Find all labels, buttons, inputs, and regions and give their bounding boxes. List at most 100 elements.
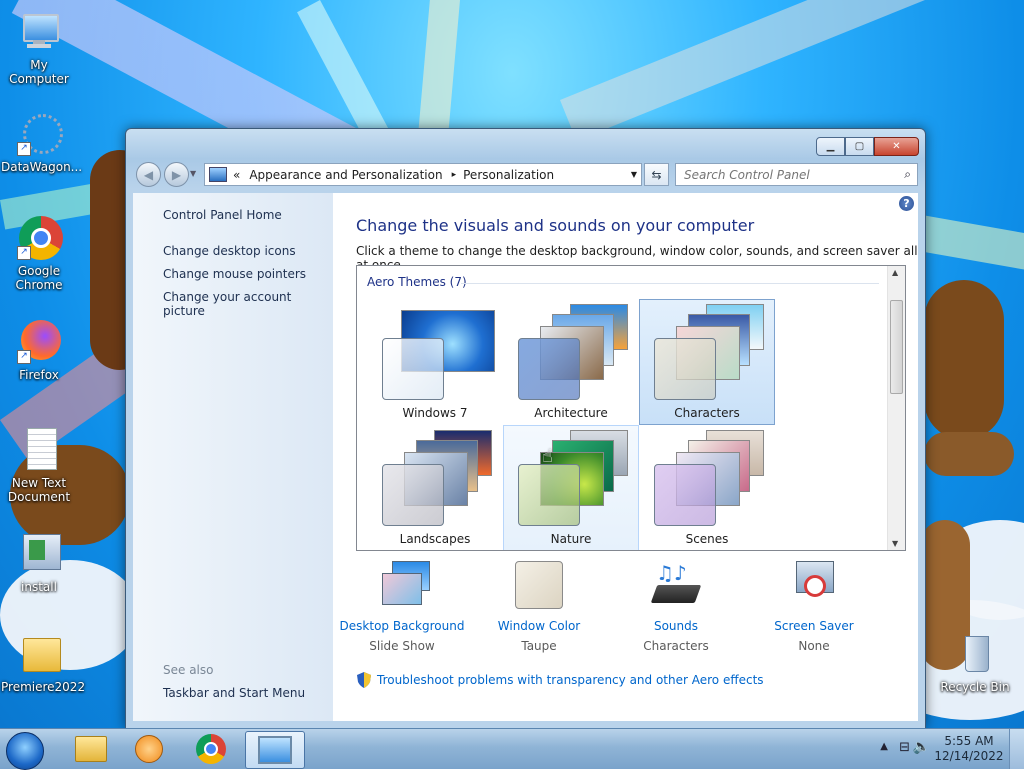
- shortcut-arrow-icon: ↗: [17, 246, 31, 260]
- taskbar-control-panel-button[interactable]: [245, 731, 305, 769]
- desktop-icon-datawagon[interactable]: ↗ DataWagon...: [1, 112, 82, 174]
- show-hidden-icons-button[interactable]: ▲: [880, 741, 888, 752]
- close-button[interactable]: ✕: [874, 137, 919, 156]
- network-icon[interactable]: ⊟: [899, 740, 910, 755]
- theme-label: Scenes: [685, 532, 729, 546]
- sounds-link[interactable]: Sounds: [606, 619, 746, 633]
- change-account-picture-link[interactable]: Change your account picture: [163, 290, 333, 318]
- address-dropdown-icon[interactable]: ▼: [631, 170, 637, 179]
- desktop-icon-premiere2022[interactable]: Premiere2022: [1, 632, 86, 694]
- text-document-icon: [17, 428, 61, 472]
- scroll-up-icon[interactable]: ▲: [892, 268, 898, 277]
- taskbar-media-player-button[interactable]: [120, 731, 178, 767]
- sounds-option[interactable]: ♫♪ Sounds Characters: [606, 561, 746, 653]
- taskbar-explorer-button[interactable]: [62, 731, 120, 767]
- minimize-button[interactable]: ▁: [816, 137, 845, 156]
- desktop-background-link[interactable]: Desktop Background: [332, 619, 472, 633]
- system-clock[interactable]: 5:55 AM 12/14/2022: [934, 734, 1004, 764]
- breadcrumb-personalization[interactable]: Personalization: [463, 168, 554, 182]
- desktop-icon-install[interactable]: install: [1, 532, 77, 594]
- desktop-icon-label: Firefox: [19, 368, 59, 382]
- maximize-button[interactable]: ▢: [845, 137, 874, 156]
- window-color-option[interactable]: Window Color Taupe: [469, 561, 609, 653]
- theme-color-swatch: [654, 464, 716, 526]
- theme-color-swatch: [518, 338, 580, 400]
- shortcut-arrow-icon: ↗: [17, 142, 31, 156]
- theme-color-swatch: [518, 464, 580, 526]
- search-icon[interactable]: ⌕: [904, 167, 911, 182]
- screen-saver-value: None: [798, 639, 830, 653]
- forward-button[interactable]: ▶: [164, 162, 189, 187]
- scroll-thumb[interactable]: [890, 300, 903, 394]
- control-panel-home-link[interactable]: Control Panel Home: [163, 208, 282, 222]
- theme-landscapes[interactable]: Landscapes: [367, 425, 503, 550]
- theme-label: Architecture: [534, 406, 608, 420]
- giraffe-head: [924, 432, 1014, 476]
- theme-list-scrollbar[interactable]: ▲ ▼: [887, 266, 905, 550]
- hand-cursor-icon: ☝: [542, 446, 553, 467]
- breadcrumb-appearance[interactable]: Appearance and Personalization: [249, 168, 442, 182]
- theme-color-swatch: [382, 338, 444, 400]
- clock-date: 12/14/2022: [934, 749, 1004, 763]
- screen-saver-icon: [784, 561, 844, 613]
- uac-shield-icon: [357, 672, 371, 688]
- screen-saver-link[interactable]: Screen Saver: [744, 619, 884, 633]
- scroll-down-icon[interactable]: ▼: [892, 539, 898, 548]
- theme-characters[interactable]: Characters: [639, 299, 775, 425]
- giraffe-neck: [924, 280, 1004, 440]
- sounds-icon: ♫♪: [646, 561, 706, 613]
- taskbar: ▲ ⊟ 🔈 5:55 AM 12/14/2022: [0, 728, 1024, 770]
- window-color-link[interactable]: Window Color: [469, 619, 609, 633]
- taskbar-start-menu-link[interactable]: Taskbar and Start Menu: [163, 686, 305, 700]
- desktop-icon-my-computer[interactable]: My Computer: [1, 10, 77, 86]
- help-icon[interactable]: ?: [899, 196, 914, 211]
- recycle-bin-icon: [953, 632, 997, 676]
- desktop-icon-recycle-bin[interactable]: Recycle Bin: [937, 632, 1013, 694]
- left-navigation-pane: Control Panel Home Change desktop icons …: [133, 193, 333, 721]
- search-box[interactable]: ⌕: [675, 163, 918, 186]
- volume-icon[interactable]: 🔈: [913, 739, 930, 755]
- desktop-icon-new-text-document[interactable]: New Text Document: [1, 428, 77, 504]
- theme-windows-7[interactable]: Windows 7: [367, 299, 503, 425]
- change-mouse-pointers-link[interactable]: Change mouse pointers: [163, 267, 306, 281]
- desktop-icon-label: My Computer: [9, 58, 69, 86]
- installer-icon: [17, 532, 61, 576]
- media-player-icon: [135, 735, 163, 763]
- theme-label: Characters: [674, 406, 740, 420]
- troubleshoot-aero-link[interactable]: Troubleshoot problems with transparency …: [377, 673, 764, 687]
- chrome-icon: [196, 734, 226, 764]
- folder-icon: [17, 632, 61, 676]
- theme-scenes[interactable]: Scenes: [639, 425, 775, 550]
- desktop-background-icon: [372, 561, 432, 613]
- desktop-icon-google-chrome[interactable]: ↗ Google Chrome: [1, 216, 77, 292]
- theme-architecture[interactable]: Architecture: [503, 299, 639, 425]
- group-header-aero-themes[interactable]: Aero Themes (7): [367, 275, 467, 289]
- desktop-icon-label: Premiere2022: [1, 680, 86, 694]
- clock-time: 5:55 AM: [944, 734, 994, 748]
- screen-saver-option[interactable]: Screen Saver None: [744, 561, 884, 653]
- back-button[interactable]: ◀: [136, 162, 161, 187]
- control-panel-icon: [258, 736, 292, 764]
- change-desktop-icons-link[interactable]: Change desktop icons: [163, 244, 296, 258]
- window-controls: ▁ ▢ ✕: [816, 137, 919, 156]
- theme-label: Windows 7: [402, 406, 468, 420]
- taskbar-chrome-button[interactable]: [182, 731, 240, 767]
- desktop-icon-firefox[interactable]: ↗ Firefox: [1, 320, 77, 382]
- search-input[interactable]: [682, 166, 886, 183]
- address-bar[interactable]: « Appearance and Personalization ▸ Perso…: [204, 163, 642, 186]
- theme-nature[interactable]: Nature ☝: [503, 425, 639, 550]
- main-content: ? Change the visuals and sounds on your …: [333, 193, 918, 721]
- chrome-icon: ↗: [17, 216, 63, 260]
- refresh-button[interactable]: ⇆: [644, 163, 669, 186]
- theme-color-swatch: [654, 338, 716, 400]
- start-button[interactable]: [6, 732, 44, 770]
- show-desktop-button[interactable]: [1009, 729, 1024, 769]
- recent-pages-dropdown[interactable]: ▼: [190, 169, 196, 178]
- desktop-icon-label: install: [21, 580, 57, 594]
- desktop-background-option[interactable]: Desktop Background Slide Show: [332, 561, 472, 653]
- desktop-icon-label: Recycle Bin: [940, 680, 1010, 694]
- wallpaper-ray: [915, 215, 1024, 272]
- theme-label: Nature: [550, 532, 592, 546]
- address-overflow[interactable]: «: [233, 168, 240, 182]
- breadcrumb-separator[interactable]: ▸: [452, 170, 457, 180]
